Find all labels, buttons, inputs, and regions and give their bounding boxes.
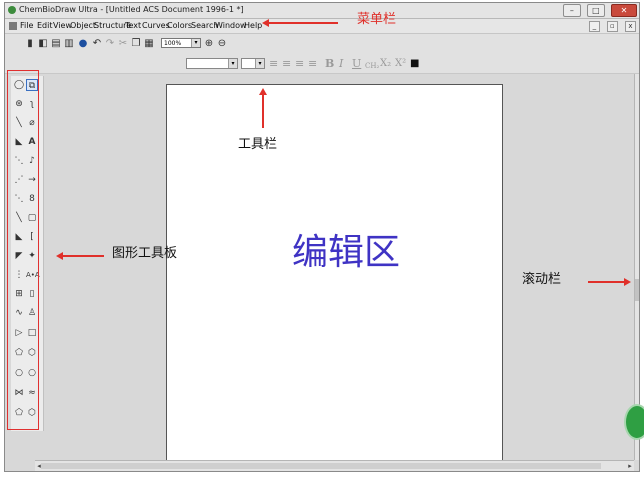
vertical-scrollbar[interactable] — [634, 74, 639, 460]
help-icon[interactable]: ● — [78, 38, 88, 50]
print-icon[interactable]: ▥ — [64, 38, 74, 50]
edit-area-annotation: 编辑区 — [292, 232, 401, 273]
zoom-out-icon[interactable]: ⊖ — [217, 38, 227, 50]
palette-arrow-head-icon — [56, 252, 63, 260]
save-icon[interactable]: ▤ — [51, 38, 61, 50]
cut-icon[interactable]: ✂ — [118, 38, 128, 50]
align-right-icon[interactable]: ≡ — [295, 57, 304, 70]
formula-button[interactable]: CH₂ — [365, 60, 379, 73]
palette-arrow-line — [62, 255, 104, 257]
format-toolbar: ▾ ▾ ≡ ≡ ≡ ≡ B I U CH₂ X₂ X² ■ — [5, 54, 639, 74]
bold-button[interactable]: B — [325, 57, 334, 70]
horizontal-scrollbar[interactable]: ◂ ▸ — [35, 460, 634, 471]
toolbar-annotation: 工具栏 — [238, 137, 278, 152]
tool-palette-highlight-frame — [7, 70, 39, 430]
font-size-select[interactable]: ▾ — [241, 58, 265, 69]
zoom-select[interactable]: 100% ▾ — [161, 38, 201, 48]
copy-icon[interactable]: ❐ — [131, 38, 141, 50]
italic-button[interactable]: I — [339, 57, 343, 70]
redo-icon[interactable]: ↷ — [105, 38, 115, 50]
title-bar: ChemBioDraw Ultra - [Untitled ACS Docume… — [5, 3, 639, 19]
chembiodraw-app-icon[interactable] — [8, 6, 16, 14]
vertical-scroll-thumb[interactable] — [635, 279, 639, 301]
floating-assist-button[interactable] — [624, 404, 644, 440]
font-select[interactable]: ▾ — [186, 58, 238, 69]
scroll-right-icon[interactable]: ▸ — [626, 461, 634, 471]
scrollbar-annotation: 滚动栏 — [522, 272, 562, 287]
zoom-value: 100% — [164, 40, 182, 47]
maximize-button[interactable]: □ — [586, 4, 605, 17]
menu-text[interactable]: Text — [125, 21, 141, 31]
menu-window[interactable]: Window — [215, 21, 247, 31]
align-center-icon[interactable]: ≡ — [282, 57, 291, 70]
new-icon[interactable]: ▮ — [25, 38, 35, 50]
zoom-dropdown-arrow-icon[interactable]: ▾ — [191, 39, 200, 47]
open-icon[interactable]: ◧ — [38, 38, 48, 50]
drawing-page[interactable] — [166, 84, 503, 471]
window-controls: – □ ✕ — [562, 4, 637, 17]
doc-restore-button[interactable]: ▫ — [606, 21, 618, 32]
align-left-icon[interactable]: ≡ — [269, 57, 278, 70]
minimize-button[interactable]: – — [562, 4, 581, 17]
main-toolbar: ▮ ◧ ▤ ▥ ● ↶ ↷ ✂ ❐ ▦ 100% ▾ ⊕ ⊖ — [5, 34, 639, 54]
underline-button[interactable]: U — [352, 57, 361, 70]
justify-icon[interactable]: ≡ — [308, 57, 317, 70]
menu-edit[interactable]: Edit — [37, 21, 53, 31]
scrollbar-arrow-line — [588, 281, 624, 283]
menu-bar-arrow-head-icon — [262, 19, 269, 27]
paste-icon[interactable]: ▦ — [144, 38, 154, 50]
toolbar-arrow-line — [262, 94, 264, 128]
doc-close-button[interactable]: x — [625, 21, 636, 32]
document-icon[interactable] — [9, 22, 17, 30]
zoom-in-icon[interactable]: ⊕ — [204, 38, 214, 50]
menu-file[interactable]: File — [20, 21, 33, 31]
tool-palette-annotation: 图形工具板 — [112, 246, 178, 261]
undo-icon[interactable]: ↶ — [92, 38, 102, 50]
superscript-button[interactable]: X² — [395, 57, 406, 70]
horizontal-scroll-thumb[interactable] — [41, 463, 601, 469]
scrollbar-arrow-head-icon — [624, 278, 631, 286]
doc-minimize-button[interactable]: _ — [588, 21, 600, 32]
toolbar-arrow-head-icon — [259, 88, 267, 95]
close-button[interactable]: ✕ — [611, 4, 637, 17]
menu-colors[interactable]: Colors — [167, 21, 192, 31]
menu-help[interactable]: Help — [244, 21, 262, 31]
menu-curves[interactable]: Curves — [142, 21, 170, 31]
size-dropdown-arrow-icon[interactable]: ▾ — [255, 59, 264, 68]
menu-object[interactable]: Object — [70, 21, 96, 31]
subscript-button[interactable]: X₂ — [380, 57, 391, 70]
window-title: ChemBioDraw Ultra - [Untitled ACS Docume… — [19, 5, 244, 14]
font-dropdown-arrow-icon[interactable]: ▾ — [228, 59, 237, 68]
menu-bar-arrow-line — [268, 22, 338, 24]
color-picker-icon[interactable]: ■ — [410, 57, 419, 70]
menu-bar-annotation: 菜单栏 — [357, 12, 397, 27]
